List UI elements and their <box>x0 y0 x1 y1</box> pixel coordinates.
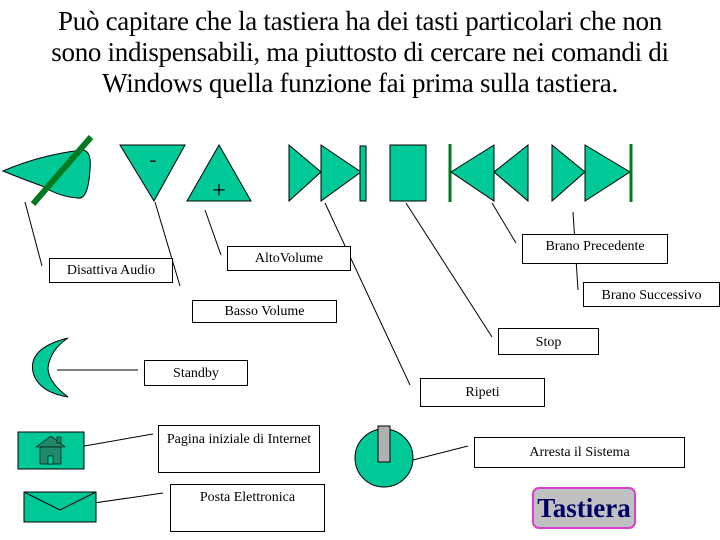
label-mute: Disattiva Audio <box>49 258 173 283</box>
connector-shutdown <box>412 445 469 461</box>
connector-previous <box>491 202 517 244</box>
label-mail: Posta Elettronica <box>170 484 325 532</box>
label-previous-track: Brano Precedente <box>522 234 668 264</box>
label-repeat: Ripeti <box>420 378 545 407</box>
moon-icon <box>31 337 69 398</box>
label-stop: Stop <box>498 328 599 355</box>
label-home: Pagina iniziale di Internet <box>158 425 320 473</box>
label-volume-down: Basso Volume <box>192 300 337 323</box>
connector-stop <box>405 202 493 338</box>
connector-home <box>72 433 154 449</box>
label-volume-up: AltoVolume <box>227 246 351 271</box>
previous-track-icon <box>448 143 529 203</box>
next-track-icon <box>288 143 367 203</box>
home-icon <box>17 431 85 470</box>
volume-up-triangle-icon: + <box>186 143 252 204</box>
repeat-icon <box>551 143 633 203</box>
minus-symbol: - <box>150 149 157 171</box>
mute-speaker-icon <box>1 135 94 206</box>
label-standby: Standby <box>144 360 248 386</box>
connector-mute <box>24 201 43 267</box>
power-icon <box>354 425 414 488</box>
label-shutdown: Arresta il Sistema <box>474 437 685 468</box>
envelope-icon <box>23 491 97 523</box>
plus-symbol: + <box>212 178 226 204</box>
stop-icon <box>389 144 427 202</box>
connector-next-track-1 <box>324 202 411 386</box>
volume-down-triangle-icon: - <box>119 144 186 202</box>
connector-volume-up <box>204 209 222 256</box>
label-next-track: Brano Successivo <box>583 282 720 307</box>
tastiera-badge: Tastiera <box>532 487 636 529</box>
